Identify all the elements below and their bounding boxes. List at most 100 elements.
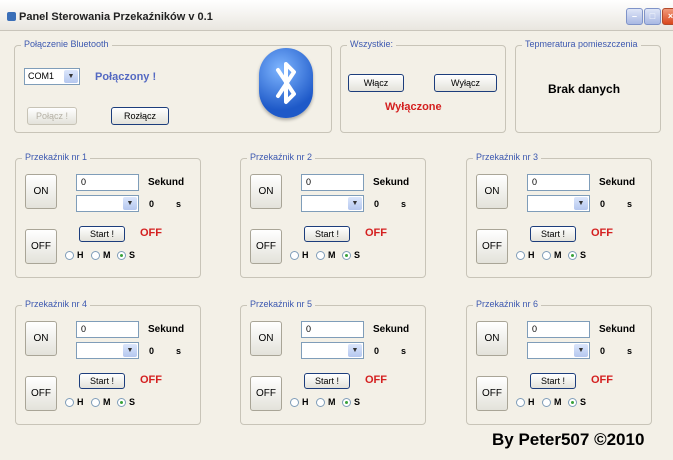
seconds-label: Sekund bbox=[148, 324, 185, 335]
port-select[interactable]: COM1 ▼ bbox=[24, 68, 80, 85]
duration-input[interactable]: 0 bbox=[527, 174, 590, 191]
relay-status: OFF bbox=[591, 227, 613, 239]
duration-input[interactable]: 0 bbox=[301, 174, 364, 191]
relay-on-button[interactable]: ON bbox=[476, 174, 508, 209]
counter-unit: s bbox=[176, 346, 182, 356]
maximize-icon[interactable]: □ bbox=[644, 8, 661, 25]
duration-input[interactable]: 0 bbox=[527, 321, 590, 338]
disconnect-button[interactable]: Rozłącz bbox=[111, 107, 169, 125]
seconds-radio-label: S bbox=[129, 250, 136, 260]
relay-on-button[interactable]: ON bbox=[25, 174, 57, 209]
all-on-button[interactable]: Włącz bbox=[348, 74, 404, 92]
bluetooth-group-label: Połączenie Bluetooth bbox=[21, 39, 112, 49]
main-window: Połączenie Bluetooth COM1 ▼ Połączony ! … bbox=[0, 30, 673, 460]
counter-value: 0 bbox=[149, 346, 155, 356]
counter-value: 0 bbox=[600, 199, 606, 209]
connect-button[interactable]: Połącz ! bbox=[27, 107, 77, 125]
minutes-radio[interactable] bbox=[91, 251, 100, 260]
all-relays-group: Wszystkie: Włącz Wyłącz Wyłączone bbox=[340, 39, 506, 133]
title-bar: Panel Sterowania Przekaźników v 0.1 – □ … bbox=[0, 0, 673, 31]
hours-label: H bbox=[77, 250, 84, 260]
unit-select[interactable]: ▼ bbox=[301, 342, 364, 359]
relay-on-button[interactable]: ON bbox=[25, 321, 57, 356]
relay-panel-3: Przekaźnik nr 3 ON 0 Sekund ▼ 0 s OFF St… bbox=[466, 152, 652, 278]
window-title: Panel Sterowania Przekaźników v 0.1 bbox=[19, 11, 213, 23]
hours-label: H bbox=[302, 397, 309, 407]
all-off-button[interactable]: Wyłącz bbox=[434, 74, 497, 92]
unit-select[interactable]: ▼ bbox=[527, 342, 590, 359]
seconds-label: Sekund bbox=[373, 324, 410, 335]
minutes-radio[interactable] bbox=[542, 398, 551, 407]
chevron-down-icon[interactable]: ▼ bbox=[348, 197, 362, 210]
chevron-down-icon[interactable]: ▼ bbox=[574, 197, 588, 210]
duration-input[interactable]: 0 bbox=[76, 174, 139, 191]
chevron-down-icon[interactable]: ▼ bbox=[123, 197, 137, 210]
connection-status: Połączony ! bbox=[95, 71, 157, 83]
chevron-down-icon[interactable]: ▼ bbox=[123, 344, 137, 357]
relay-label: Przekaźnik nr 1 bbox=[22, 152, 91, 162]
unit-select[interactable]: ▼ bbox=[527, 195, 590, 212]
temperature-label: Tepmeratura pomieszczenia bbox=[522, 39, 641, 49]
relay-label: Przekaźnik nr 3 bbox=[473, 152, 542, 162]
hours-radio[interactable] bbox=[290, 398, 299, 407]
seconds-radio[interactable] bbox=[117, 251, 126, 260]
minimize-icon[interactable]: – bbox=[626, 8, 643, 25]
temperature-value: Brak danych bbox=[548, 82, 621, 96]
port-value: COM1 bbox=[28, 71, 55, 81]
relay-off-button[interactable]: OFF bbox=[476, 229, 508, 264]
relay-panel-2: Przekaźnik nr 2 ON 0 Sekund ▼ 0 s OFF St… bbox=[240, 152, 426, 278]
relay-off-button[interactable]: OFF bbox=[25, 229, 57, 264]
relay-off-button[interactable]: OFF bbox=[476, 376, 508, 411]
minutes-radio[interactable] bbox=[316, 398, 325, 407]
seconds-radio-label: S bbox=[580, 397, 587, 407]
relay-off-button[interactable]: OFF bbox=[250, 376, 282, 411]
all-relays-label: Wszystkie: bbox=[347, 39, 397, 49]
all-status: Wyłączone bbox=[385, 101, 442, 113]
minutes-radio[interactable] bbox=[316, 251, 325, 260]
counter-value: 0 bbox=[374, 199, 380, 209]
close-icon[interactable]: × bbox=[662, 8, 673, 25]
minutes-label: M bbox=[554, 250, 562, 260]
seconds-radio[interactable] bbox=[342, 251, 351, 260]
unit-select[interactable]: ▼ bbox=[76, 195, 139, 212]
hours-radio[interactable] bbox=[516, 251, 525, 260]
start-button[interactable]: Start ! bbox=[530, 226, 576, 242]
relay-label: Przekaźnik nr 2 bbox=[247, 152, 316, 162]
seconds-radio[interactable] bbox=[568, 398, 577, 407]
relay-on-button[interactable]: ON bbox=[250, 174, 282, 209]
hours-radio[interactable] bbox=[516, 398, 525, 407]
start-button[interactable]: Start ! bbox=[79, 373, 125, 389]
duration-input[interactable]: 0 bbox=[301, 321, 364, 338]
hours-label: H bbox=[302, 250, 309, 260]
counter-value: 0 bbox=[374, 346, 380, 356]
start-button[interactable]: Start ! bbox=[79, 226, 125, 242]
start-button[interactable]: Start ! bbox=[530, 373, 576, 389]
hours-radio[interactable] bbox=[65, 398, 74, 407]
start-button[interactable]: Start ! bbox=[304, 226, 350, 242]
start-button[interactable]: Start ! bbox=[304, 373, 350, 389]
seconds-radio[interactable] bbox=[117, 398, 126, 407]
hours-label: H bbox=[77, 397, 84, 407]
relay-off-button[interactable]: OFF bbox=[25, 376, 57, 411]
minutes-radio[interactable] bbox=[91, 398, 100, 407]
app-icon bbox=[7, 12, 16, 21]
relay-on-button[interactable]: ON bbox=[250, 321, 282, 356]
chevron-down-icon[interactable]: ▼ bbox=[348, 344, 362, 357]
relay-status: OFF bbox=[365, 227, 387, 239]
credit-text: By Peter507 ©2010 bbox=[492, 430, 645, 449]
chevron-down-icon[interactable]: ▼ bbox=[574, 344, 588, 357]
hours-radio[interactable] bbox=[290, 251, 299, 260]
counter-unit: s bbox=[627, 199, 633, 209]
seconds-radio[interactable] bbox=[568, 251, 577, 260]
seconds-radio[interactable] bbox=[342, 398, 351, 407]
chevron-down-icon[interactable]: ▼ bbox=[64, 70, 78, 83]
minutes-radio[interactable] bbox=[542, 251, 551, 260]
hours-radio[interactable] bbox=[65, 251, 74, 260]
hours-label: H bbox=[528, 250, 535, 260]
counter-value: 0 bbox=[600, 346, 606, 356]
unit-select[interactable]: ▼ bbox=[76, 342, 139, 359]
relay-off-button[interactable]: OFF bbox=[250, 229, 282, 264]
duration-input[interactable]: 0 bbox=[76, 321, 139, 338]
relay-on-button[interactable]: ON bbox=[476, 321, 508, 356]
unit-select[interactable]: ▼ bbox=[301, 195, 364, 212]
